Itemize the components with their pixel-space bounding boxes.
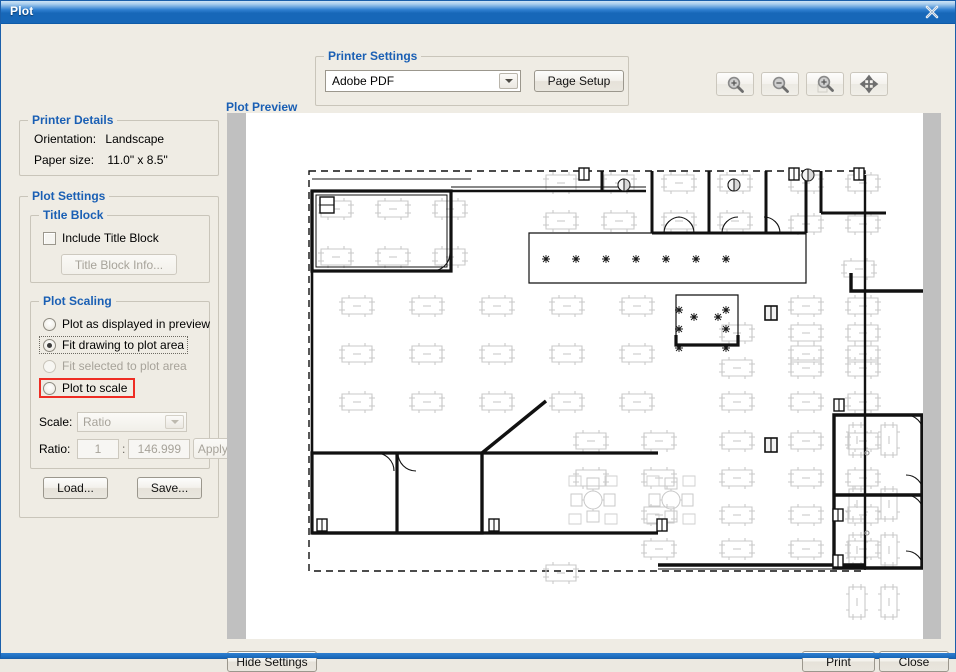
- preview-page: [246, 113, 923, 639]
- printer-details-group: Printer Details Orientation: Landscape P…: [19, 113, 219, 176]
- include-title-block-row[interactable]: Include Title Block: [43, 231, 159, 245]
- paper-size-label: Paper size:: [34, 153, 95, 167]
- radio-fit-selected-indicator[interactable]: [43, 359, 56, 373]
- include-title-block-checkbox[interactable]: [43, 231, 56, 245]
- zoom-in-button[interactable]: [716, 72, 754, 96]
- floor-plan-drawing: [246, 113, 923, 639]
- scale-select-value: Ratio: [83, 415, 112, 429]
- title-bar: Plot: [1, 1, 955, 24]
- preview-left-gutter: [227, 113, 246, 639]
- printer-settings-group: Printer Settings Adobe PDF Page Setup: [315, 49, 629, 106]
- ratio-denominator-value: 146.999: [137, 441, 182, 456]
- radio-fit-drawing[interactable]: Fit drawing to plot area: [38, 336, 189, 354]
- scale-label: Scale:: [39, 415, 73, 429]
- ratio-numerator-value: 1: [94, 441, 102, 456]
- window-title: Plot: [10, 4, 34, 18]
- plot-settings-caption: Plot Settings: [28, 189, 110, 203]
- printer-details-caption: Printer Details: [28, 113, 118, 127]
- title-block-info-button[interactable]: Title Block Info...: [61, 254, 177, 275]
- scale-select[interactable]: Ratio: [77, 412, 187, 432]
- radio-plot-to-scale-label: Plot to scale: [62, 381, 128, 395]
- load-button[interactable]: Load...: [43, 477, 108, 499]
- radio-plot-as-displayed-indicator[interactable]: [43, 317, 56, 331]
- ratio-label: Ratio:: [39, 441, 71, 456]
- radio-fit-drawing-label: Fit drawing to plot area: [62, 338, 185, 352]
- radio-fit-drawing-indicator[interactable]: [43, 338, 56, 352]
- printer-select-value: Adobe PDF: [332, 74, 395, 88]
- orientation-value: Landscape: [105, 132, 165, 146]
- ratio-separator: :: [122, 441, 126, 456]
- paper-size-value: 11.0" x 8.5": [107, 153, 168, 167]
- printer-settings-caption: Printer Settings: [324, 49, 422, 63]
- chevron-down-icon: [165, 415, 184, 429]
- ratio-denominator-input[interactable]: 146.999: [128, 438, 191, 459]
- radio-fit-selected[interactable]: Fit selected to plot area: [43, 359, 187, 373]
- save-button[interactable]: Save...: [137, 477, 202, 499]
- pan-button[interactable]: [850, 72, 888, 96]
- ratio-numerator-input[interactable]: 1: [77, 438, 119, 459]
- plot-scaling-caption: Plot Scaling: [39, 294, 116, 308]
- chevron-down-icon: [499, 73, 518, 89]
- radio-plot-as-displayed-label: Plot as displayed in preview: [62, 317, 211, 331]
- plot-preview-caption: Plot Preview: [226, 100, 298, 114]
- page-setup-button[interactable]: Page Setup: [534, 70, 624, 92]
- preview-vertical-scrollbar[interactable]: [923, 113, 941, 639]
- zoom-window-button[interactable]: [806, 72, 844, 96]
- title-block-caption: Title Block: [39, 208, 108, 222]
- orientation-label: Orientation:: [34, 132, 97, 146]
- zoom-out-button[interactable]: [761, 72, 799, 96]
- radio-plot-as-displayed[interactable]: Plot as displayed in preview: [43, 317, 210, 331]
- radio-fit-selected-label: Fit selected to plot area: [62, 359, 187, 373]
- title-block-group: Title Block Include Title Block Title Bl…: [30, 208, 210, 283]
- plot-scaling-group: Plot Scaling Plot as displayed in previe…: [30, 294, 233, 469]
- radio-plot-to-scale[interactable]: Plot to scale: [39, 378, 136, 398]
- dialog-body: Printer Settings Adobe PDF Page Setup Pr…: [1, 24, 955, 672]
- close-icon[interactable]: [915, 2, 949, 21]
- include-title-block-label: Include Title Block: [62, 231, 159, 245]
- plot-settings-group: Plot Settings Title Block Include Title …: [19, 189, 233, 518]
- radio-plot-to-scale-indicator[interactable]: [43, 381, 56, 395]
- printer-select[interactable]: Adobe PDF: [325, 70, 521, 92]
- bottom-accent-bar: [1, 653, 955, 658]
- plot-dialog: Plot Printer Settings Adobe PDF Page Set…: [0, 0, 956, 672]
